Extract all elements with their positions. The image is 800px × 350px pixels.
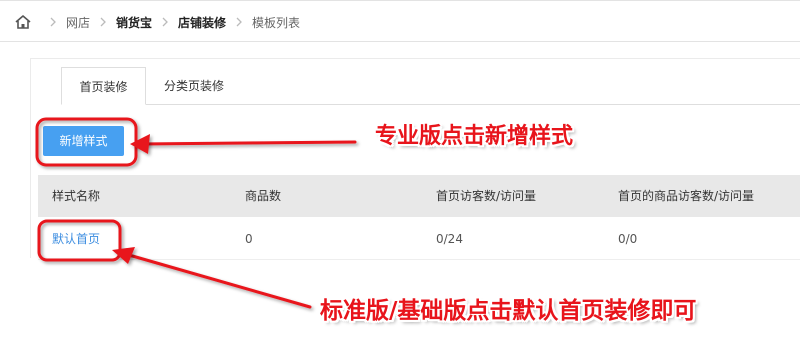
breadcrumb-item-shop[interactable]: 网店 [66, 14, 90, 31]
breadcrumb-item-decoration[interactable]: 店铺装修 [178, 14, 226, 31]
breadcrumb-bar: 网店 销货宝 店铺装修 模板列表 [0, 0, 800, 42]
annotation-pro-version-note: 专业版点击新增样式 [375, 124, 574, 149]
arrow-shaft-bottom [120, 251, 312, 309]
column-header-product-count: 商品数 [245, 189, 282, 203]
table-row: 默认首页 0 0/24 0/0 [38, 218, 800, 260]
chevron-right-icon [50, 17, 56, 27]
chevron-right-icon [100, 17, 106, 27]
table-header: 样式名称 商品数 首页访客数/访问量 首页的商品访客数/访问量 [38, 175, 800, 217]
chevron-right-icon [236, 17, 242, 27]
product-count-cell: 0 [245, 232, 253, 246]
add-style-button[interactable]: 新增样式 [43, 126, 124, 156]
breadcrumb: 网店 销货宝 店铺装修 模板列表 [14, 13, 300, 31]
breadcrumb-item-app[interactable]: 销货宝 [116, 14, 152, 31]
tab-bar: 首页装修 分类页装修 [61, 67, 800, 105]
annotation-standard-version-note: 标准版/基础版点击默认首页装修即可 [320, 298, 697, 324]
column-header-style-name: 样式名称 [52, 189, 101, 203]
tab-homepage-decoration[interactable]: 首页装修 [61, 67, 146, 105]
breadcrumb-item-template-list: 模板列表 [252, 15, 301, 30]
column-header-product-visits: 首页的商品访客数/访问量 [618, 189, 755, 203]
product-visits-cell: 0/0 [618, 232, 638, 246]
tab-category-decoration[interactable]: 分类页装修 [146, 67, 242, 105]
column-header-home-visits: 首页访客数/访问量 [436, 189, 537, 203]
default-homepage-link[interactable]: 默认首页 [52, 218, 100, 260]
chevron-right-icon [162, 17, 168, 27]
home-icon[interactable] [14, 14, 32, 30]
home-visits-cell: 0/24 [436, 232, 463, 246]
